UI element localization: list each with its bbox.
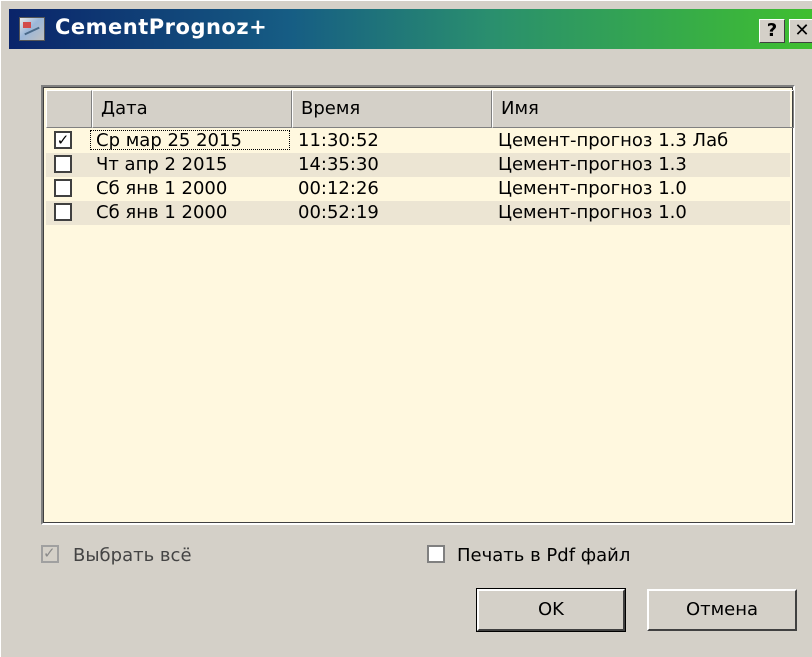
cell-time: 00:52:19 <box>298 202 379 223</box>
cell-date: Ср мар 25 2015 <box>96 130 242 151</box>
select-all-checkmark: ✓ <box>43 544 56 562</box>
cell-name: Цемент-прогноз 1.3 <box>498 154 687 175</box>
select-all-label: Выбрать всё <box>73 545 192 566</box>
records-table[interactable]: Дата Время Имя ✓ Ср мар 25 2015 11:30:52… <box>41 85 795 525</box>
table-header: Дата Время Имя <box>46 90 794 128</box>
table-row[interactable]: Сб янв 1 2000 00:12:26 Цемент-прогноз 1.… <box>46 177 790 201</box>
row-checkbox[interactable] <box>54 203 72 221</box>
print-pdf-checkbox[interactable] <box>427 545 445 563</box>
cell-name: Цемент-прогноз 1.3 Лаб <box>498 130 729 151</box>
window-title: CementPrognoz+ <box>55 15 268 39</box>
cell-name: Цемент-прогноз 1.0 <box>498 202 687 223</box>
close-button[interactable]: ✕ <box>789 19 812 43</box>
column-header-check[interactable] <box>46 90 92 128</box>
column-header-date[interactable]: Дата <box>92 90 292 128</box>
cancel-button[interactable]: Отмена <box>647 589 797 631</box>
help-button[interactable]: ? <box>759 19 785 43</box>
print-pdf-label: Печать в Pdf файл <box>457 545 631 566</box>
cell-date: Сб янв 1 2000 <box>96 178 228 199</box>
cell-time: 00:12:26 <box>298 178 379 199</box>
column-header-name[interactable]: Имя <box>492 90 794 128</box>
title-bar[interactable]: CementPrognoz+ ? ✕ <box>9 9 812 49</box>
cell-name: Цемент-прогноз 1.0 <box>498 178 687 199</box>
cell-time: 11:30:52 <box>298 130 379 151</box>
cell-date: Сб янв 1 2000 <box>96 202 228 223</box>
row-checkbox[interactable]: ✓ <box>54 131 72 149</box>
table-row[interactable]: ✓ Ср мар 25 2015 11:30:52 Цемент-прогноз… <box>46 129 790 153</box>
table-row[interactable]: Чт апр 2 2015 14:35:30 Цемент-прогноз 1.… <box>46 153 790 177</box>
column-header-time[interactable]: Время <box>292 90 492 128</box>
table-row[interactable]: Сб янв 1 2000 00:52:19 Цемент-прогноз 1.… <box>46 201 790 225</box>
row-checkbox[interactable] <box>54 155 72 173</box>
app-icon <box>19 17 45 41</box>
select-all-checkbox[interactable]: ✓ <box>41 544 59 563</box>
ok-button[interactable]: OK <box>476 588 626 632</box>
cell-time: 14:35:30 <box>298 154 379 175</box>
row-checkbox[interactable] <box>54 179 72 197</box>
cell-date: Чт апр 2 2015 <box>96 154 228 175</box>
dialog-window: CementPrognoz+ ? ✕ Дата Время Имя ✓ Ср м… <box>0 0 812 657</box>
